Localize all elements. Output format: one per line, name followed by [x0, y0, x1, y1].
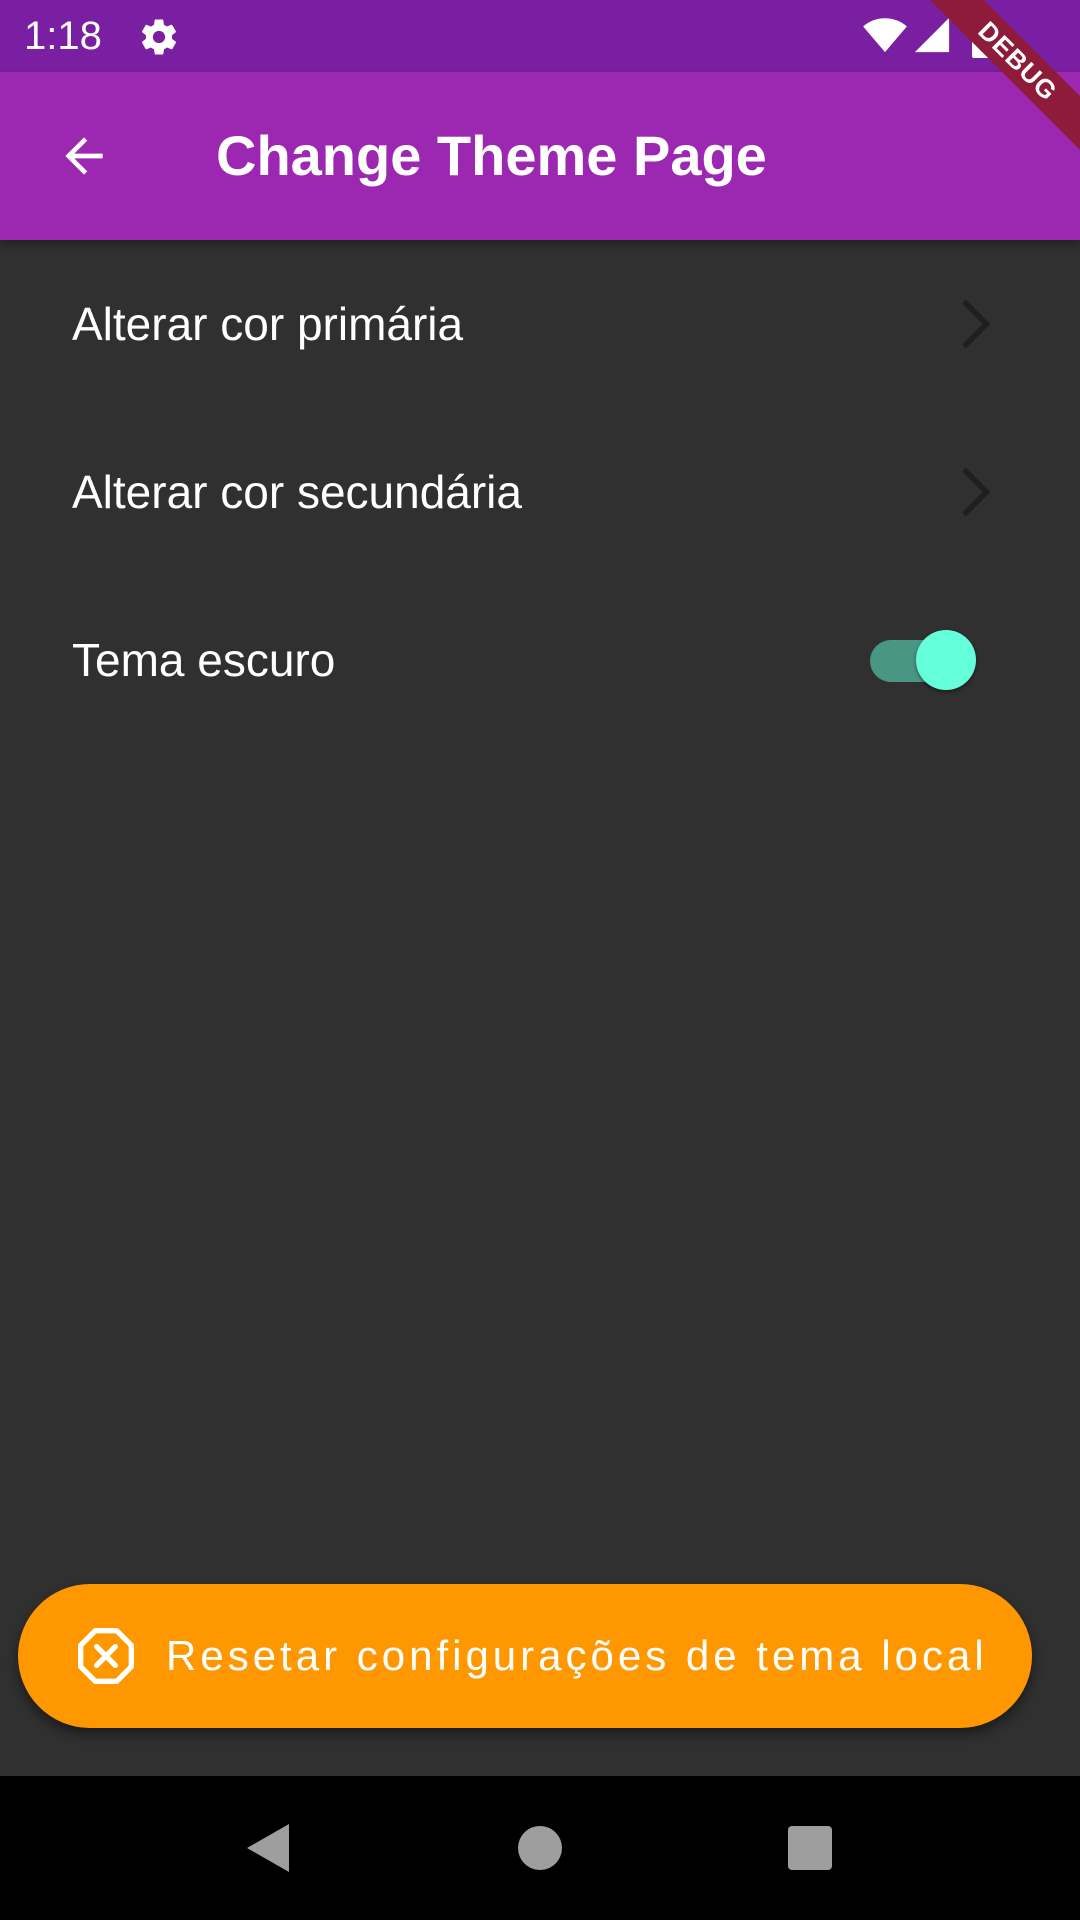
signal-icon: [914, 17, 950, 53]
dark-theme-toggle[interactable]: [868, 628, 980, 692]
list-item-dark-theme: Tema escuro: [0, 576, 1080, 744]
cancel-octagon-icon: [78, 1628, 134, 1684]
nav-recents-button[interactable]: [750, 1776, 870, 1920]
app-bar: Change Theme Page: [0, 72, 1080, 240]
list-item-label: Alterar cor primária: [72, 298, 464, 350]
arrow-back-icon: [65, 137, 103, 175]
reset-theme-button[interactable]: Resetar configurações de tema local: [18, 1584, 1032, 1728]
nav-back-icon: [247, 1824, 289, 1872]
status-bar: 1:18: [0, 0, 1080, 72]
wifi-icon: [863, 18, 907, 53]
list-item-primary-color[interactable]: Alterar cor primária: [0, 240, 1080, 408]
page-title: Change Theme Page: [216, 124, 767, 187]
battery-icon: [972, 14, 994, 58]
status-time: 1:18: [24, 14, 102, 58]
reset-theme-label: Resetar configurações de tema local: [166, 1632, 988, 1679]
nav-home-icon: [518, 1826, 562, 1870]
screen: 1:18 Change Theme Page DEBUG Alterar cor…: [0, 0, 1080, 1920]
chevron-right-icon: [962, 467, 991, 517]
nav-back-button[interactable]: [208, 1776, 328, 1920]
list-item-label: Alterar cor secundária: [72, 466, 522, 518]
list-item-secondary-color[interactable]: Alterar cor secundária: [0, 408, 1080, 576]
nav-home-button[interactable]: [480, 1776, 600, 1920]
back-button[interactable]: [38, 110, 130, 202]
settings-list: Alterar cor primária Alterar cor secundá…: [0, 240, 1080, 744]
gear-icon: [141, 19, 177, 55]
toggle-thumb: [916, 630, 976, 690]
list-item-label: Tema escuro: [72, 634, 336, 686]
navigation-bar: [0, 1776, 1080, 1920]
chevron-right-icon: [962, 299, 991, 349]
nav-recents-icon: [788, 1826, 832, 1870]
